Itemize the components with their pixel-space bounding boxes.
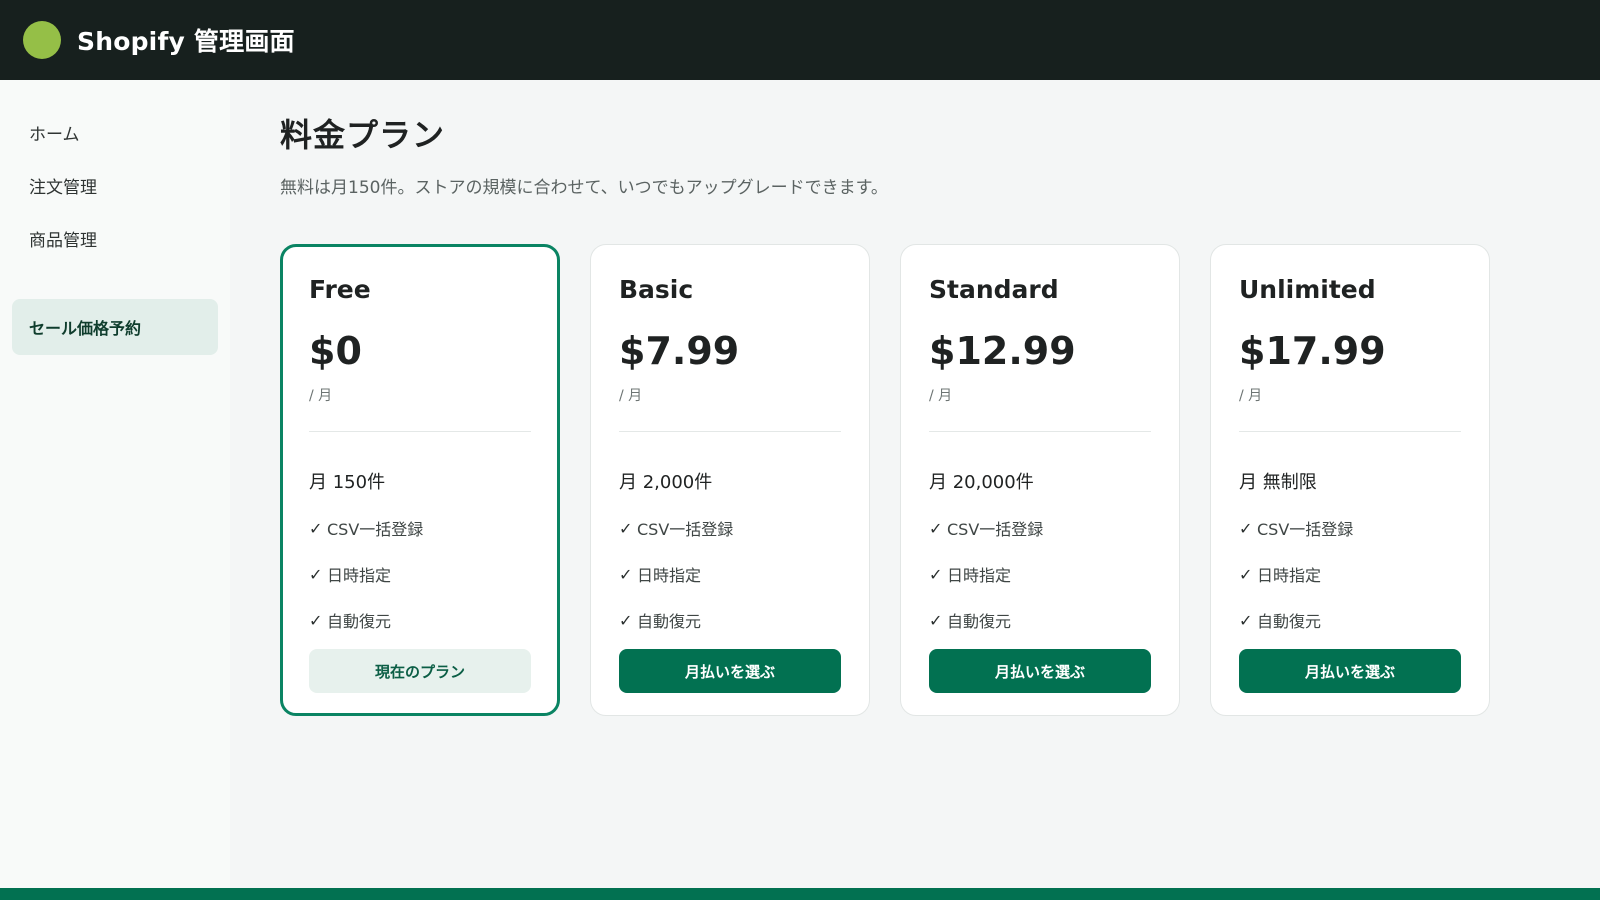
plan-price: $0 xyxy=(309,329,362,373)
feature-label: 自動復元 xyxy=(947,612,1012,631)
check-icon: ✓ xyxy=(619,518,633,538)
sidebar-item-home[interactable]: ホーム xyxy=(12,108,218,157)
choose-monthly-basic-button[interactable]: 月払いを選ぶ xyxy=(619,649,841,693)
feature-item: ✓ 自動復元 xyxy=(309,608,531,632)
check-icon: ✓ xyxy=(929,610,943,630)
sidebar-item-products[interactable]: 商品管理 xyxy=(12,214,218,263)
plan-period: / 月 xyxy=(929,388,953,404)
plan-quota: 月 無制限 xyxy=(1239,472,1317,493)
choose-monthly-standard-button[interactable]: 月払いを選ぶ xyxy=(929,649,1151,693)
feature-item: ✓ 日時指定 xyxy=(929,562,1151,586)
feature-label: CSV一括登録 xyxy=(637,520,734,539)
check-icon: ✓ xyxy=(619,564,633,584)
plan-card-free: Free $0 / 月 月 150件 ✓ CSV一括登録 ✓ 日時指定 ✓ 自動復元 … xyxy=(280,244,560,716)
plan-list: Free $0 / 月 月 150件 ✓ CSV一括登録 ✓ 日時指定 ✓ 自動復元 … xyxy=(280,244,1490,716)
plan-quota: 月 20,000件 xyxy=(929,472,1034,493)
feature-label: 自動復元 xyxy=(637,612,702,631)
plan-name: Standard xyxy=(929,275,1059,304)
check-icon: ✓ xyxy=(619,610,633,630)
feature-label: 自動復元 xyxy=(327,612,392,631)
plan-period: / 月 xyxy=(309,388,333,404)
feature-label: CSV一括登録 xyxy=(1257,520,1354,539)
plan-card-unlimited: Unlimited $17.99 / 月 月 無制限 ✓ CSV一括登録 ✓ 日時指… xyxy=(1210,244,1490,716)
feature-label: 自動復元 xyxy=(1257,612,1322,631)
sidebar: ホーム 注文管理 商品管理 セール価格予約 xyxy=(0,80,230,888)
feature-label: 日時指定 xyxy=(1257,566,1322,585)
feature-item: ✓ 日時指定 xyxy=(309,562,531,586)
feature-item: ✓ CSV一括登録 xyxy=(1239,516,1461,540)
feature-item: ✓ 日時指定 xyxy=(1239,562,1461,586)
feature-label: 日時指定 xyxy=(327,566,392,585)
plan-quota: 月 150件 xyxy=(309,472,386,493)
plan-name: Free xyxy=(309,275,371,304)
check-icon: ✓ xyxy=(929,564,943,584)
plan-name: Unlimited xyxy=(1239,275,1376,304)
app-title: Shopify 管理画面 xyxy=(77,27,295,56)
feature-item: ✓ 日時指定 xyxy=(619,562,841,586)
plan-period: / 月 xyxy=(619,388,643,404)
check-icon: ✓ xyxy=(1239,518,1253,538)
main-content: 料金プラン 無料は月150件。ストアの規模に合わせて、いつでもアップグレードでき… xyxy=(230,80,1600,888)
sidebar-item-sale-price-schedule[interactable]: セール価格予約 xyxy=(12,299,218,355)
plan-price: $12.99 xyxy=(929,329,1076,373)
sidebar-item-orders[interactable]: 注文管理 xyxy=(12,161,218,210)
plan-period: / 月 xyxy=(1239,388,1263,404)
page-title: 料金プラン xyxy=(280,116,446,154)
plan-card-basic: Basic $7.99 / 月 月 2,000件 ✓ CSV一括登録 ✓ 日時指定 … xyxy=(590,244,870,716)
page-subtitle: 無料は月150件。ストアの規模に合わせて、いつでもアップグレードできます。 xyxy=(280,178,888,198)
feature-item: ✓ CSV一括登録 xyxy=(309,516,531,540)
divider xyxy=(1239,431,1461,432)
top-bar: Shopify 管理画面 xyxy=(0,0,1600,80)
check-icon: ✓ xyxy=(1239,564,1253,584)
check-icon: ✓ xyxy=(929,518,943,538)
feature-item: ✓ CSV一括登録 xyxy=(619,516,841,540)
feature-label: CSV一括登録 xyxy=(327,520,424,539)
feature-item: ✓ 自動復元 xyxy=(929,608,1151,632)
feature-item: ✓ 自動復元 xyxy=(619,608,841,632)
choose-monthly-unlimited-button[interactable]: 月払いを選ぶ xyxy=(1239,649,1461,693)
plan-price: $7.99 xyxy=(619,329,740,373)
check-icon: ✓ xyxy=(309,518,323,538)
bottom-accent-bar xyxy=(0,888,1600,900)
divider xyxy=(309,431,531,432)
plan-price: $17.99 xyxy=(1239,329,1386,373)
feature-item: ✓ CSV一括登録 xyxy=(929,516,1151,540)
feature-label: 日時指定 xyxy=(637,566,702,585)
feature-label: 日時指定 xyxy=(947,566,1012,585)
check-icon: ✓ xyxy=(1239,610,1253,630)
current-plan-button[interactable]: 現在のプラン xyxy=(309,649,531,693)
plan-name: Basic xyxy=(619,275,694,304)
divider xyxy=(619,431,841,432)
shopify-logo-icon[interactable] xyxy=(23,21,61,59)
check-icon: ✓ xyxy=(309,610,323,630)
divider xyxy=(929,431,1151,432)
plan-card-standard: Standard $12.99 / 月 月 20,000件 ✓ CSV一括登録 ✓… xyxy=(900,244,1180,716)
feature-item: ✓ 自動復元 xyxy=(1239,608,1461,632)
feature-label: CSV一括登録 xyxy=(947,520,1044,539)
plan-quota: 月 2,000件 xyxy=(619,472,713,493)
check-icon: ✓ xyxy=(309,564,323,584)
